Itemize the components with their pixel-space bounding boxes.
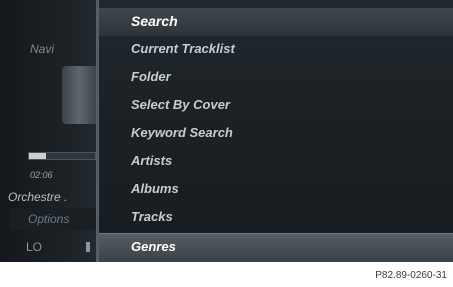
menu-item-label: Folder bbox=[131, 69, 171, 84]
menu-item-artists[interactable]: Artists bbox=[99, 148, 453, 176]
menu-item-tracks[interactable]: Tracks bbox=[99, 204, 453, 232]
menu-item-label: Current Tracklist bbox=[131, 41, 235, 56]
level-indicator-icon bbox=[86, 242, 90, 252]
media-background-panel: Navi 02:06 Orchestre . Options LO bbox=[0, 0, 96, 262]
album-cover bbox=[62, 66, 96, 124]
menu-item-current-tracklist[interactable]: Current Tracklist bbox=[99, 36, 453, 64]
menu-item-folder[interactable]: Folder bbox=[99, 64, 453, 92]
menu-item-albums[interactable]: Albums bbox=[99, 176, 453, 204]
track-progress-fill bbox=[29, 153, 46, 159]
media-screen: Navi 02:06 Orchestre . Options LO Search… bbox=[0, 0, 453, 262]
track-progress-bar bbox=[28, 152, 96, 160]
menu-item-genres[interactable]: Genres bbox=[99, 233, 453, 262]
menu-item-select-by-cover[interactable]: Select By Cover bbox=[99, 92, 453, 120]
menu-header-label: Search bbox=[131, 13, 178, 29]
sound-setting-label: LO bbox=[26, 240, 43, 254]
search-menu: Search Current Tracklist Folder Select B… bbox=[96, 0, 453, 262]
source-label: Navi bbox=[30, 42, 55, 56]
figure-reference: P82.89-0260-31 bbox=[375, 270, 447, 281]
menu-item-label: Artists bbox=[131, 153, 173, 168]
menu-item-label: Select By Cover bbox=[131, 97, 230, 112]
figure-caption-bar: P82.89-0260-31 bbox=[0, 262, 453, 287]
menu-item-label: Genres bbox=[131, 239, 176, 254]
menu-item-keyword-search[interactable]: Keyword Search bbox=[99, 120, 453, 148]
elapsed-time: 02:06 bbox=[30, 170, 53, 180]
track-title: Orchestre . bbox=[8, 190, 68, 204]
menu-header-search: Search bbox=[99, 8, 453, 36]
menu-item-label: Albums bbox=[131, 181, 179, 196]
menu-item-label: Tracks bbox=[131, 209, 173, 224]
options-label: Options bbox=[28, 212, 70, 226]
menu-item-label: Keyword Search bbox=[131, 125, 233, 140]
